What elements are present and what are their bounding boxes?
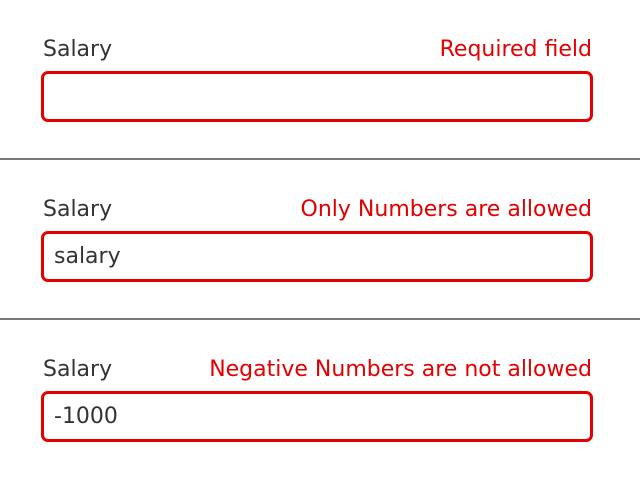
salary-label: Salary [43, 197, 113, 222]
field-header: Salary Negative Numbers are not allowed [43, 356, 592, 384]
error-message-numbers-only: Only Numbers are allowed [300, 197, 592, 222]
salary-field-required: Salary Required field [0, 0, 640, 160]
salary-field-numbers-only: Salary Only Numbers are allowed [0, 160, 640, 320]
salary-label: Salary [43, 357, 113, 382]
salary-input-text[interactable] [41, 231, 593, 282]
salary-field-no-negative: Salary Negative Numbers are not allowed [0, 320, 640, 480]
salary-input-negative[interactable] [41, 391, 593, 442]
error-message-required: Required field [439, 37, 592, 62]
salary-input-empty[interactable] [41, 71, 593, 122]
field-header: Salary Required field [43, 36, 592, 64]
error-message-no-negative: Negative Numbers are not allowed [209, 357, 592, 382]
field-header: Salary Only Numbers are allowed [43, 196, 592, 224]
salary-label: Salary [43, 37, 113, 62]
